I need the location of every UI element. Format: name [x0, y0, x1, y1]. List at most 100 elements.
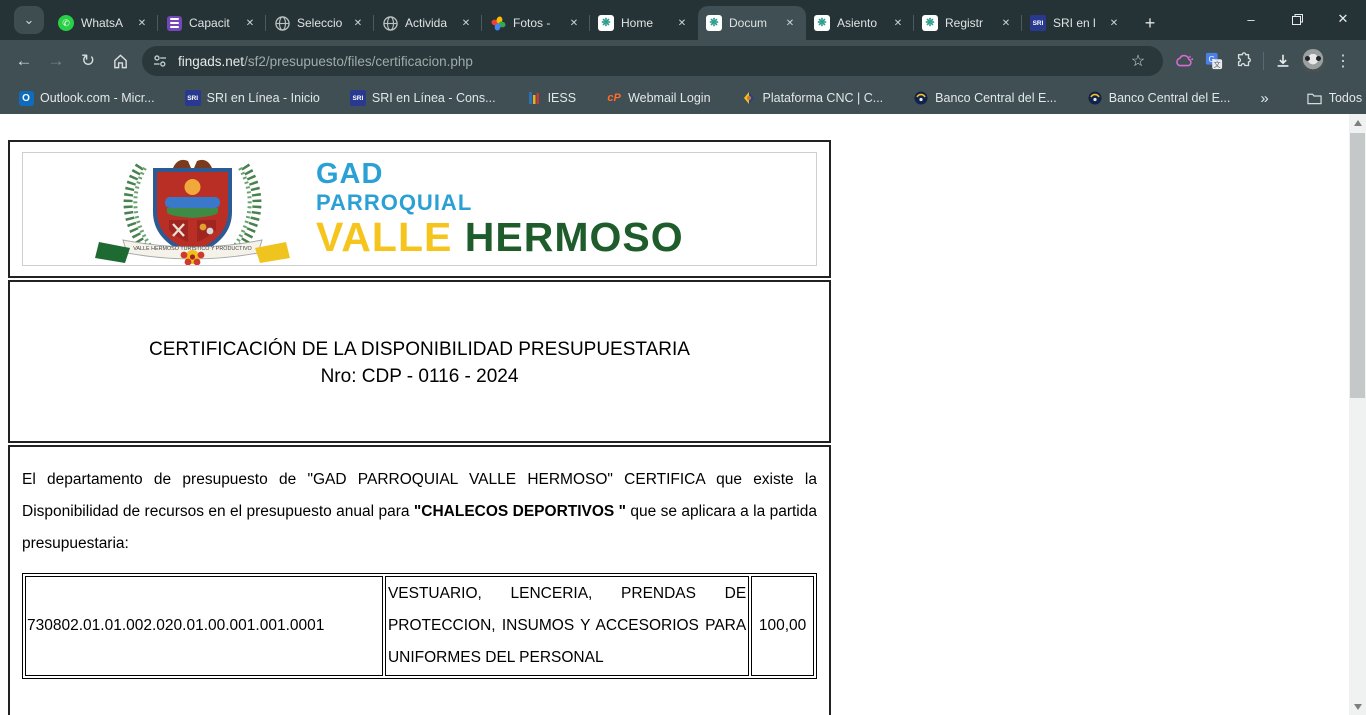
bookmarks-overflow-button[interactable]: »: [1252, 87, 1276, 110]
tab-search-button[interactable]: ⌄: [14, 6, 44, 34]
back-button[interactable]: ←: [8, 45, 40, 77]
scroll-up-button[interactable]: [1349, 114, 1366, 131]
browser-toolbar: ← → ↻ fingads.net/sf2/presupuesto/files/…: [0, 40, 1366, 82]
minimize-button[interactable]: –: [1228, 0, 1274, 38]
iess-icon: [526, 90, 542, 106]
restore-icon: [1292, 14, 1303, 25]
table-row: 730802.01.01.002.020.01.00.001.001.0001 …: [25, 576, 814, 676]
body-section: El departamento de presupuesto de "GAD P…: [8, 445, 831, 715]
page-scrollbar[interactable]: [1349, 114, 1366, 715]
bookmark-label: Outlook.com - Micr...: [40, 91, 155, 105]
translate-icon[interactable]: G文: [1199, 46, 1229, 76]
tab-label: Activida: [405, 16, 458, 30]
bookmark-cnc[interactable]: Plataforma CNC | C...: [733, 87, 892, 109]
bookmarks-bar: O Outlook.com - Micr... SRI SRI en Línea…: [0, 82, 1366, 114]
cpanel-icon: cP: [606, 90, 622, 106]
bookmark-label: Banco Central del E...: [1109, 91, 1231, 105]
tab-label: Asiento: [837, 16, 890, 30]
close-icon[interactable]: ✕: [134, 15, 150, 31]
fingads-icon: ❋: [706, 15, 722, 31]
scroll-down-icon: [1354, 704, 1362, 710]
extensions-puzzle-icon[interactable]: [1229, 46, 1259, 76]
tab-label: Registr: [945, 16, 998, 30]
tab-seleccion[interactable]: Seleccio ✕: [266, 6, 374, 40]
reload-button[interactable]: ↻: [72, 45, 104, 77]
tab-registro[interactable]: ❋ Registr ✕: [914, 6, 1022, 40]
bookmark-sri-inicio[interactable]: SRI SRI en Línea - Inicio: [177, 87, 328, 109]
bookmark-label: SRI en Línea - Cons...: [372, 91, 496, 105]
tab-documento-active[interactable]: ❋ Docum ✕: [698, 6, 806, 40]
extension-cloud-icon[interactable]: [1169, 46, 1199, 76]
url-text[interactable]: fingads.net/sf2/presupuesto/files/certif…: [178, 54, 1123, 69]
tab-label: Home: [621, 16, 674, 30]
logo-line-valle-hermoso: VALLE HERMOSO: [316, 217, 684, 258]
fingads-icon: ❋: [598, 15, 614, 31]
gad-logo-text: GAD PARROQUIAL VALLE HERMOSO: [316, 160, 684, 258]
tab-label: Docum: [729, 16, 782, 30]
bookmark-outlook[interactable]: O Outlook.com - Micr...: [10, 87, 163, 109]
scrollbar-thumb[interactable]: [1350, 133, 1365, 398]
tab-fotos[interactable]: Fotos - ✕: [482, 6, 590, 40]
bookmark-label: Webmail Login: [628, 91, 710, 105]
site-settings-icon[interactable]: [152, 53, 168, 69]
restore-button[interactable]: [1274, 0, 1320, 38]
tab-whatsapp[interactable]: ✆ WhatsA ✕: [50, 6, 158, 40]
bookmark-iess[interactable]: IESS: [518, 87, 585, 109]
scroll-down-button[interactable]: [1349, 698, 1366, 715]
logo-section: VALLE HERMOSO TURÍSTICO Y PRODUCTIVO GAD…: [8, 140, 831, 278]
tab-asientos[interactable]: ❋ Asiento ✕: [806, 6, 914, 40]
banco-central-icon: [913, 90, 929, 106]
all-bookmarks-button[interactable]: Todos los marcadores: [1299, 87, 1366, 109]
close-icon[interactable]: ✕: [674, 15, 690, 31]
sri-icon: SRI: [1030, 15, 1046, 31]
tab-strip: ⌄ ✆ WhatsA ✕ Capacit ✕ Seleccio ✕: [0, 0, 1366, 40]
bookmark-label: IESS: [548, 91, 577, 105]
sri-icon: SRI: [185, 90, 201, 106]
tab-actividades[interactable]: Activida ✕: [374, 6, 482, 40]
address-bar[interactable]: fingads.net/sf2/presupuesto/files/certif…: [142, 46, 1163, 76]
logo-line-gad: GAD: [316, 160, 684, 189]
close-icon[interactable]: ✕: [782, 15, 798, 31]
bookmark-sri-consultas[interactable]: SRI SRI en Línea - Cons...: [342, 87, 504, 109]
close-icon[interactable]: ✕: [350, 15, 366, 31]
close-icon[interactable]: ✕: [242, 15, 258, 31]
forms-icon: [166, 15, 182, 31]
bookmark-star-button[interactable]: ☆: [1123, 46, 1153, 76]
window-controls: – ✕: [1228, 0, 1366, 40]
close-icon[interactable]: ✕: [998, 15, 1014, 31]
forward-button[interactable]: →: [40, 45, 72, 77]
profile-avatar[interactable]: [1298, 46, 1328, 76]
toolbar-separator: [1263, 52, 1264, 70]
scroll-up-icon: [1354, 120, 1362, 126]
close-icon[interactable]: ✕: [890, 15, 906, 31]
download-icon: [1274, 52, 1292, 70]
avatar: [1301, 49, 1325, 73]
whatsapp-icon: ✆: [58, 15, 74, 31]
tab-home[interactable]: ❋ Home ✕: [590, 6, 698, 40]
fingads-icon: ❋: [922, 15, 938, 31]
window-close-button[interactable]: ✕: [1320, 0, 1366, 38]
globe-icon: [382, 15, 398, 31]
cnc-icon: [741, 90, 757, 106]
tab-capacitacion[interactable]: Capacit ✕: [158, 6, 266, 40]
budget-table: 730802.01.01.002.020.01.00.001.001.0001 …: [22, 573, 817, 679]
new-tab-button[interactable]: +: [1136, 9, 1164, 37]
home-button[interactable]: [104, 45, 136, 77]
budget-code-cell: 730802.01.01.002.020.01.00.001.001.0001: [25, 576, 383, 676]
browser-menu-button[interactable]: ⋮: [1328, 46, 1358, 76]
close-icon[interactable]: ✕: [1106, 15, 1122, 31]
bookmark-bce-1[interactable]: Banco Central del E...: [905, 87, 1065, 109]
bookmark-webmail[interactable]: cP Webmail Login: [598, 87, 718, 109]
page-content: VALLE HERMOSO TURÍSTICO Y PRODUCTIVO GAD…: [0, 114, 1366, 715]
downloads-button[interactable]: [1268, 46, 1298, 76]
fingads-icon: ❋: [814, 15, 830, 31]
bookmark-bce-2[interactable]: Banco Central del E...: [1079, 87, 1239, 109]
tab-sri[interactable]: SRI SRI en l ✕: [1022, 6, 1130, 40]
valle-hermoso-crest: VALLE HERMOSO TURÍSTICO Y PRODUCTIVO: [85, 152, 300, 266]
close-icon[interactable]: ✕: [458, 15, 474, 31]
tabs-container: ✆ WhatsA ✕ Capacit ✕ Seleccio ✕ Activida…: [50, 6, 1130, 40]
certification-paragraph: El departamento de presupuesto de "GAD P…: [22, 464, 817, 560]
tab-label: WhatsA: [81, 16, 134, 30]
google-photos-icon: [490, 15, 506, 31]
close-icon[interactable]: ✕: [566, 15, 582, 31]
